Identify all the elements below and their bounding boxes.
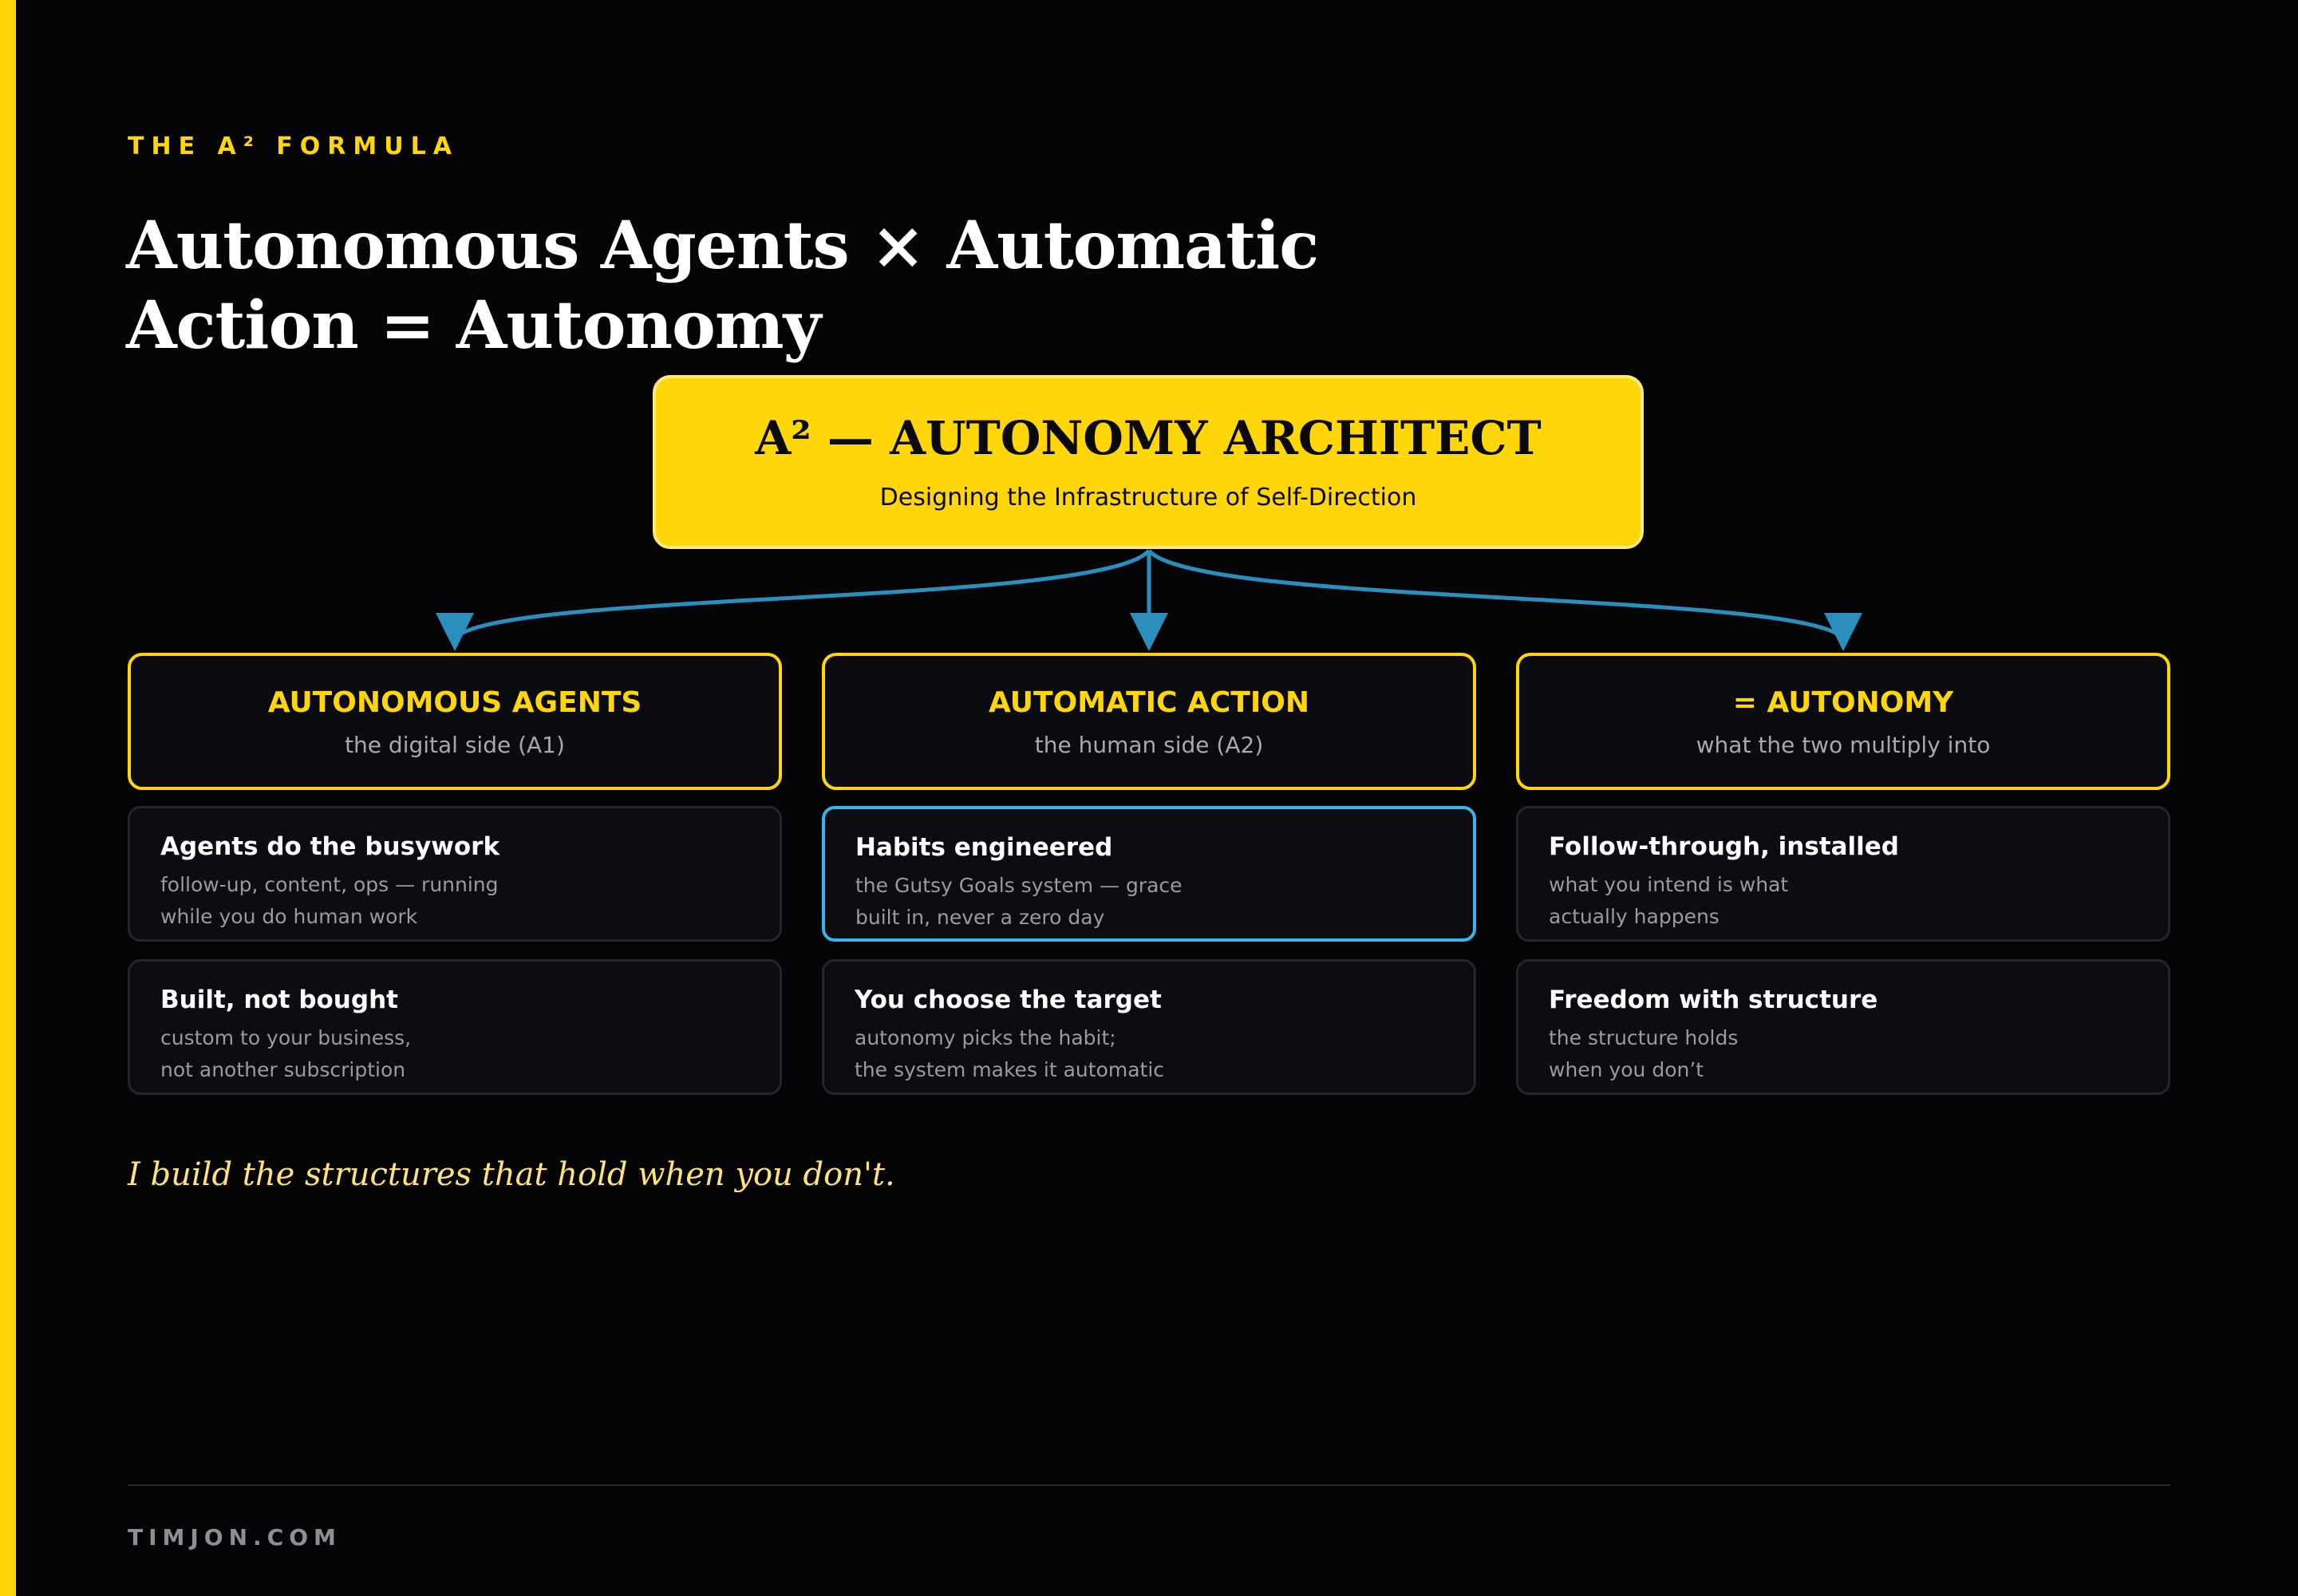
top-card-title: A² — AUTONOMY ARCHITECT [755, 411, 1542, 465]
column-head-autonomous-agents: AUTONOMOUS AGENTS the digital side (A1) [128, 653, 782, 790]
accent-bar [0, 0, 16, 1596]
item-title: Freedom with structure [1549, 986, 1878, 1014]
item-description: what you intend is what actually happens [1549, 873, 1789, 928]
column-title: AUTONOMOUS AGENTS [267, 686, 642, 719]
top-card-subtitle: Designing the Infrastructure of Self-Dir… [879, 484, 1417, 512]
footer-divider [128, 1484, 2170, 1486]
item-title: Agents do the busywork [160, 832, 500, 861]
item-card-agents-busywork: Agents do the busywork follow-up, conten… [128, 806, 782, 942]
item-description: the structure holds when you don’t [1549, 1026, 1739, 1081]
column-head-automatic-action: AUTOMATIC ACTION the human side (A2) [822, 653, 1476, 790]
column-title: = AUTONOMY [1732, 686, 1954, 719]
column-subtitle: the digital side (A1) [345, 732, 565, 758]
item-description: the Gutsy Goals system — grace built in,… [855, 874, 1183, 929]
eyebrow-label: THE A² FORMULA [128, 132, 459, 160]
item-card-habits-engineered: Habits engineered the Gutsy Goals system… [822, 806, 1476, 942]
column-subtitle: what the two multiply into [1696, 732, 1991, 758]
item-card-built-not-bought: Built, not bought custom to your busines… [128, 959, 782, 1095]
column-subtitle: the human side (A2) [1034, 732, 1264, 758]
column-head-autonomy: = AUTONOMY what the two multiply into [1516, 653, 2170, 790]
item-title: Habits engineered [855, 833, 1113, 862]
item-description: custom to your business, not another sub… [160, 1026, 412, 1081]
arrowhead-right [1824, 613, 1862, 651]
autonomy-architect-card: A² — AUTONOMY ARCHITECT Designing the In… [653, 375, 1644, 549]
item-card-freedom-structure: Freedom with structure the structure hol… [1516, 959, 2170, 1095]
item-title: Built, not bought [160, 986, 398, 1014]
item-description: autonomy picks the habit; the system mak… [855, 1026, 1165, 1081]
connector-right [1147, 549, 1845, 640]
page-title: Autonomous Agents × Automatic Action = A… [126, 207, 1319, 364]
item-card-choose-target: You choose the target autonomy picks the… [822, 959, 1476, 1095]
arrowhead-left [436, 613, 474, 651]
item-card-follow-through: Follow-through, installed what you inten… [1516, 806, 2170, 942]
item-title: You choose the target [855, 986, 1162, 1014]
closing-quote: I build the structures that hold when yo… [128, 1156, 895, 1193]
footer-site-link[interactable]: TIMJON.COM [128, 1524, 342, 1551]
item-title: Follow-through, installed [1549, 832, 1899, 861]
item-description: follow-up, content, ops — running while … [160, 873, 499, 928]
connector-left [453, 549, 1151, 640]
arrowhead-center [1130, 613, 1168, 651]
column-title: AUTOMATIC ACTION [989, 686, 1309, 719]
